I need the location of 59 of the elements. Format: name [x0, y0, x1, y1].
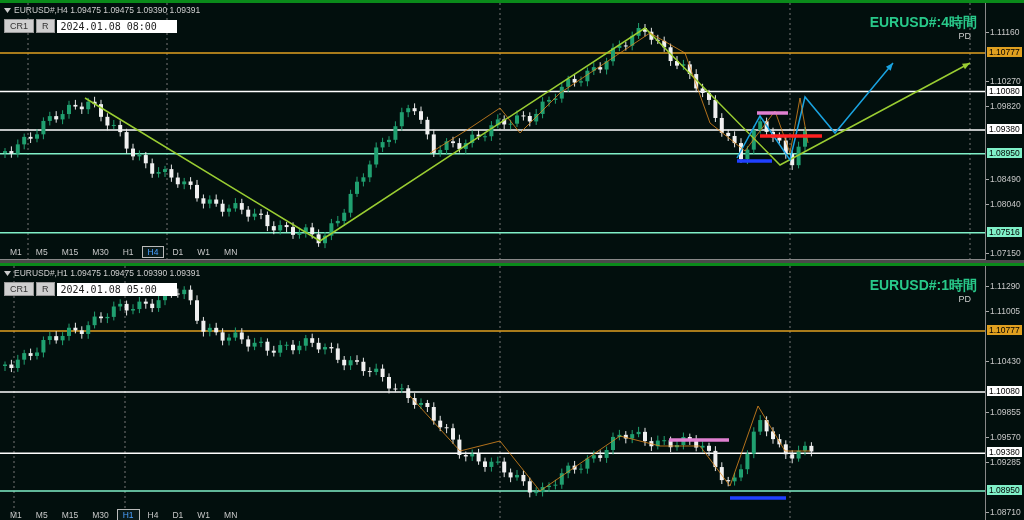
timeframe-button[interactable]: M5 — [29, 509, 54, 520]
chart-title: EURUSD#:1時間 — [869, 277, 977, 295]
price-level-label: 1.10080 — [987, 386, 1022, 396]
chart-subtitle: PD — [958, 294, 971, 304]
chart-button[interactable]: R — [36, 282, 55, 296]
marker-bar — [669, 438, 729, 442]
marker-bar — [757, 111, 788, 115]
chart-button[interactable]: CR1 — [4, 19, 34, 33]
price-tick-label: 1.09855 — [990, 407, 1021, 417]
timeframe-button[interactable]: M1 — [4, 246, 28, 258]
timeframe-button[interactable]: M15 — [55, 246, 85, 258]
price-level-label: 1.08950 — [987, 484, 1022, 495]
symbol-quote: EURUSD#,H1 1.09475 1.09475 1.09390 1.09391 — [14, 268, 201, 278]
price-level-label: 1.09380 — [987, 447, 1022, 458]
timeframe-button[interactable]: M30 — [86, 246, 115, 258]
price-tick-label: 1.07150 — [990, 249, 1021, 258]
chart-button[interactable]: R — [36, 19, 55, 33]
price-tick-label: 1.11005 — [990, 306, 1021, 316]
timeframe-button[interactable]: H1 — [116, 509, 140, 520]
price-tick-label: 1.10430 — [990, 357, 1021, 367]
price-tick-label: 1.10270 — [990, 77, 1021, 87]
timeframe-button[interactable]: M5 — [29, 246, 54, 258]
price-level-label: 1.08950 — [987, 147, 1022, 158]
chart-button[interactable]: CR1 — [4, 282, 34, 296]
timeframe-button[interactable]: M30 — [86, 509, 115, 520]
caret-icon[interactable] — [4, 7, 11, 13]
price-level-label: 1.10777 — [987, 324, 1022, 335]
timeframe-button[interactable]: M1 — [4, 509, 28, 520]
timeframe-button[interactable]: H4 — [141, 246, 165, 258]
caret-icon[interactable] — [4, 270, 11, 276]
timeframe-button[interactable]: D1 — [166, 509, 190, 520]
timeframe-button[interactable]: H4 — [141, 509, 165, 520]
timeframe-button[interactable]: W1 — [191, 246, 217, 258]
timeframe-button[interactable]: MN — [218, 246, 244, 258]
chart-title: EURUSD#:4時間 — [869, 14, 977, 32]
timeframe-button[interactable]: W1 — [191, 509, 217, 520]
price-level-label: 1.09380 — [987, 124, 1022, 135]
price-tick-label: 1.08490 — [990, 175, 1021, 185]
timeframe-button[interactable]: M15 — [55, 509, 85, 520]
price-level-label: 1.10777 — [987, 47, 1022, 58]
marker-bar — [737, 159, 772, 163]
marker-bar — [730, 496, 786, 500]
marker-bar — [760, 134, 822, 138]
date-field[interactable]: 2024.01.08 08:00 — [56, 19, 177, 33]
symbol-quote: EURUSD#,H4 1.09475 1.09475 1.09390 1.09391 — [14, 5, 201, 15]
price-level-label: 1.07516 — [987, 226, 1022, 237]
price-tick-label: 1.11290 — [990, 282, 1021, 291]
price-tick-label: 1.09570 — [990, 432, 1021, 442]
timeframe-button[interactable]: D1 — [166, 246, 190, 258]
timeframe-button[interactable]: MN — [218, 509, 244, 520]
date-field[interactable]: 2024.01.08 05:00 — [56, 282, 177, 296]
price-tick-label: 1.09820 — [990, 101, 1021, 111]
chart-subtitle: PD — [958, 31, 971, 41]
price-tick-label: 1.11160 — [990, 28, 1020, 37]
price-tick-label: 1.08710 — [990, 508, 1021, 517]
price-level-label: 1.10080 — [987, 85, 1022, 96]
price-tick-label: 1.09285 — [990, 457, 1021, 467]
price-tick-label: 1.08040 — [990, 199, 1021, 209]
timeframe-button[interactable]: H1 — [116, 246, 140, 258]
